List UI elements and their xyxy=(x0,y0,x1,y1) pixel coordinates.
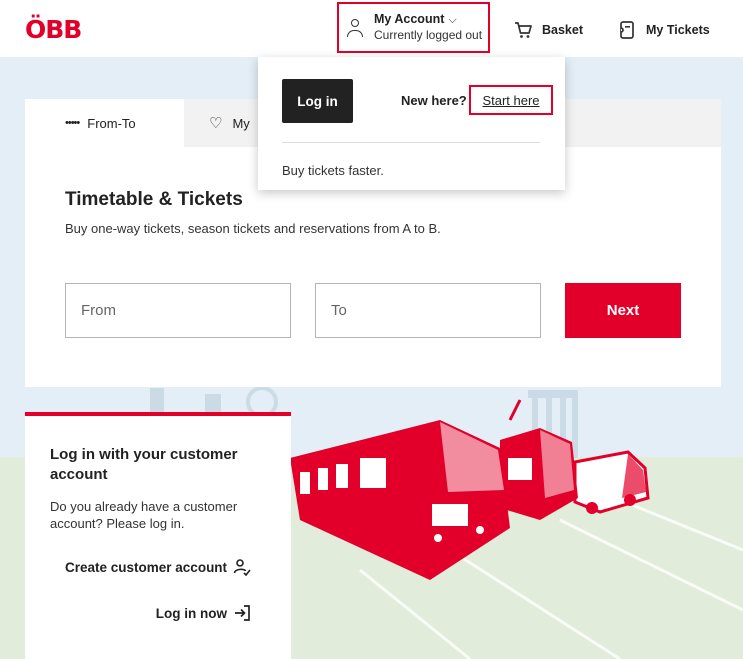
to-input[interactable]: To xyxy=(315,283,541,338)
basket-link[interactable]: Basket xyxy=(513,20,583,40)
dropdown-divider xyxy=(282,142,540,143)
obb-logo[interactable]: ÖBB xyxy=(25,15,82,44)
my-account-button[interactable]: My Account ⌵ Currently logged out xyxy=(337,2,490,53)
tab-my-routes[interactable]: ♡ My xyxy=(209,99,250,147)
create-account-label: Create customer account xyxy=(65,559,228,575)
account-dropdown: Log in New here? Start here Buy tickets … xyxy=(258,57,565,190)
tram-illustration xyxy=(500,399,578,520)
route-dots-icon: ••••• xyxy=(65,117,80,129)
dropdown-login-button[interactable]: Log in xyxy=(282,79,353,123)
new-here-label: New here? xyxy=(401,93,467,108)
my-tickets-label: My Tickets xyxy=(646,23,710,37)
train-illustration xyxy=(290,420,510,580)
site-header: ÖBB My Account ⌵ Currently logged out Bas… xyxy=(0,0,743,57)
heart-icon: ♡ xyxy=(209,115,223,132)
bus-illustration xyxy=(573,450,650,514)
page-subtitle: Buy one-way tickets, season tickets and … xyxy=(65,221,441,236)
account-status: Currently logged out xyxy=(374,28,483,42)
basket-icon xyxy=(515,22,532,38)
tab-from-to[interactable]: ••••• From-To xyxy=(25,99,184,147)
login-now-link[interactable]: Log in now xyxy=(156,604,251,622)
dropdown-tagline: Buy tickets faster. xyxy=(282,163,384,178)
tab-my-label: My xyxy=(232,115,250,131)
login-card-title: Log in with your customer account xyxy=(50,446,238,483)
login-now-label: Log in now xyxy=(155,605,227,621)
chevron-down-icon: ⌵ xyxy=(448,14,457,26)
person-icon xyxy=(345,16,365,40)
login-card: Log in with your customer account Do you… xyxy=(25,412,291,659)
login-card-text: Do you already have a customer account? … xyxy=(50,499,238,531)
page-title: Timetable & Tickets xyxy=(65,189,243,210)
from-input[interactable]: From xyxy=(65,283,291,338)
basket-label: Basket xyxy=(542,23,583,37)
ticket-icon xyxy=(620,21,634,39)
tab-from-to-label: From-To xyxy=(87,115,136,131)
next-button[interactable]: Next xyxy=(565,283,681,338)
start-here-link[interactable]: Start here xyxy=(469,85,553,115)
my-tickets-link[interactable]: My Tickets xyxy=(617,20,710,40)
add-user-icon xyxy=(233,559,251,576)
create-account-link[interactable]: Create customer account xyxy=(65,558,251,576)
login-arrow-icon xyxy=(235,605,250,621)
account-title: My Account xyxy=(374,12,445,26)
